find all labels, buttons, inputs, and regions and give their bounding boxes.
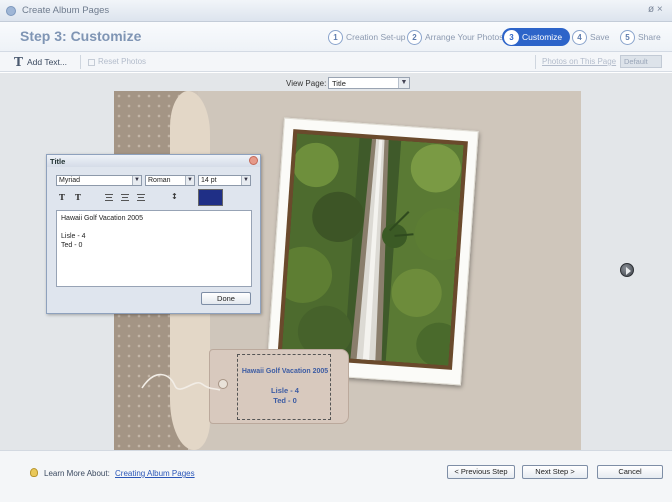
step-number: 1: [328, 29, 343, 45]
step-number: 3: [504, 29, 519, 45]
wizard-footer: Learn More About: Creating Album Pages <…: [0, 450, 672, 502]
chevron-down-icon: ▼: [241, 176, 250, 185]
align-left-icon[interactable]: [105, 194, 113, 201]
step-number: 2: [407, 29, 422, 45]
view-page-select[interactable]: Title ▼: [328, 77, 410, 89]
done-button[interactable]: Done: [201, 292, 251, 305]
lightbulb-icon: [30, 468, 38, 477]
tag-score-line-1: Lisle - 4: [271, 386, 299, 395]
step-label: Share: [638, 32, 661, 42]
tag-score-line-2: Ted - 0: [273, 396, 297, 405]
step-customize[interactable]: 3 Customize: [502, 28, 571, 46]
step-arrange-photos[interactable]: 2 Arrange Your Photos: [407, 28, 503, 46]
text-color-swatch[interactable]: [198, 189, 223, 206]
step-header: Step 3: Customize 1 Creation Set-up 2 Ar…: [0, 22, 672, 52]
font-family-value: Myriad: [59, 177, 81, 184]
window-titlebar: Create Album Pages ø ×: [0, 0, 672, 22]
font-style-select[interactable]: Roman ▼: [145, 175, 195, 186]
step-creation-setup[interactable]: 1 Creation Set-up: [328, 28, 406, 46]
step-label: Save: [590, 32, 610, 42]
align-center-icon[interactable]: [121, 194, 129, 201]
step-number: 4: [572, 29, 587, 45]
tag-title-text: Hawaii Golf Vacation 2005: [241, 368, 329, 375]
text-leading-icon[interactable]: ↕: [171, 192, 178, 201]
photos-on-page-label: Photos on This Page: [542, 57, 617, 66]
photo-mat: [277, 129, 468, 370]
chevron-down-icon: ▼: [398, 78, 409, 88]
previous-step-button[interactable]: < Previous Step: [447, 465, 515, 479]
chevron-down-icon: ▼: [185, 176, 194, 185]
waterfall-photo[interactable]: [281, 133, 464, 366]
align-right-icon[interactable]: [137, 194, 145, 201]
tag-hole: [218, 379, 228, 389]
text-icon: T: [14, 55, 23, 69]
photos-on-page-select[interactable]: Default: [620, 55, 662, 68]
step-number: 5: [620, 29, 635, 45]
window-title: Create Album Pages: [22, 5, 110, 16]
step-save[interactable]: 4 Save: [572, 28, 609, 46]
step-label: Customize: [522, 32, 563, 42]
step-label: Creation Set-up: [346, 32, 406, 42]
text-underline-icon[interactable]: T: [59, 192, 65, 202]
view-page-value: Title: [332, 79, 346, 88]
reset-photos-button[interactable]: Reset Photos: [98, 57, 146, 66]
font-style-value: Roman: [148, 177, 171, 184]
learn-more-link[interactable]: Creating Album Pages: [115, 469, 195, 478]
font-family-select[interactable]: Myriad ▼: [56, 175, 142, 186]
font-size-select[interactable]: 14 pt ▼: [198, 175, 251, 186]
close-icon[interactable]: [249, 156, 258, 165]
customize-toolbar: T Add Text... Reset Photos Photos on Thi…: [0, 52, 672, 72]
learn-more-label: Learn More About:: [44, 469, 110, 478]
chevron-down-icon: ▼: [132, 176, 141, 185]
title-tag[interactable]: Hawaii Golf Vacation 2005 Lisle - 4 Ted …: [141, 349, 349, 424]
font-size-value: 14 pt: [201, 177, 217, 184]
toolbar-divider: [535, 55, 536, 69]
reset-photos-icon: [88, 59, 95, 66]
app-icon: [6, 6, 16, 16]
next-step-button[interactable]: Next Step >: [522, 465, 588, 479]
view-page-label: View Page:: [286, 79, 327, 88]
next-page-button[interactable]: [620, 263, 634, 277]
dialog-title: Title: [47, 155, 260, 167]
arrow-right-icon: [626, 267, 631, 275]
title-text-dialog[interactable]: Title Myriad ▼ Roman ▼ 14 pt ▼ T T ↕ Haw…: [46, 154, 261, 314]
add-text-button[interactable]: Add Text...: [27, 57, 67, 67]
page-title: Step 3: Customize: [20, 28, 142, 44]
text-strikethrough-icon[interactable]: T: [75, 192, 81, 202]
step-label: Arrange Your Photos: [425, 32, 504, 42]
photo-frame[interactable]: [266, 117, 479, 386]
toolbar-divider: [80, 55, 81, 69]
window-controls[interactable]: ø ×: [648, 4, 663, 15]
cancel-button[interactable]: Cancel: [597, 465, 663, 479]
step-share[interactable]: 5 Share: [620, 28, 661, 46]
title-text-input[interactable]: Hawaii Golf Vacation 2005 Lisle - 4 Ted …: [56, 210, 252, 287]
tag-string: [141, 373, 221, 391]
